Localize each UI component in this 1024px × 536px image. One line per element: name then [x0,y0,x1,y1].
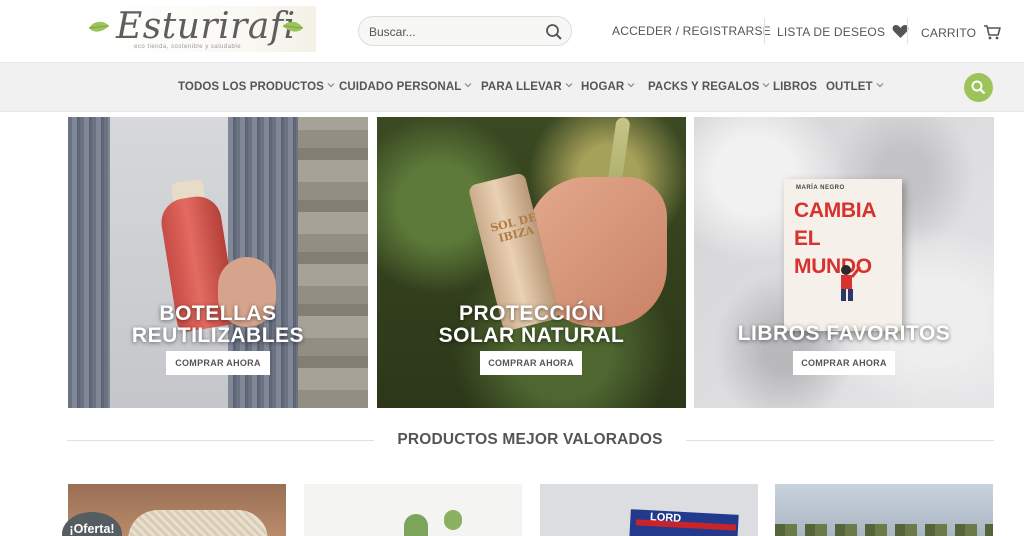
header-divider [764,18,765,44]
logo-tagline: eco tienda, sostenible y saludable [134,44,242,50]
book-author: MARÍA NEGRO [796,185,845,191]
person-illustration-icon [841,265,862,301]
nav-item-label: LIBROS [773,81,818,93]
product-brand-text: LORD [649,511,682,525]
banner-title-line: BOTELLAS [159,302,277,325]
banner-title-line: LIBROS FAVORITOS [737,322,951,345]
wishlist-label: LISTA DE DESEOS [777,25,886,39]
plant-image [444,510,462,530]
product-image[interactable] [775,484,993,536]
logo-text: Esturirafi [116,6,296,47]
chevron-down-icon [327,83,335,88]
banner-title: BOTELLAS REUTILIZABLES [68,303,368,347]
banner-title: LIBROS FAVORITOS [694,323,994,345]
nav-item-outlet[interactable]: OUTLET [826,81,884,93]
banner-title-line: REUTILIZABLES [131,324,305,347]
main-navigation: TODOS LOS PRODUCTOS CUIDADO PERSONAL PAR… [0,62,1024,112]
leaf-icon [88,21,110,32]
sale-badge-label: ¡Oferta! [69,522,115,536]
nav-item-label: TODOS LOS PRODUCTOS [178,81,324,93]
landscape-image [775,524,993,536]
shop-now-button[interactable]: COMPRAR AHORA [480,351,582,375]
wishlist-link[interactable]: LISTA DE DESEOS [777,24,909,39]
nav-item-cuidado-personal[interactable]: CUIDADO PERSONAL [339,81,472,93]
search-icon[interactable] [545,23,563,41]
login-register-link[interactable]: ACCEDER / REGISTRARSE [612,24,771,38]
chevron-down-icon [762,83,770,88]
chevron-down-icon [464,83,472,88]
chevron-down-icon [627,83,635,88]
nav-item-label: OUTLET [826,81,873,93]
nav-item-todos-los-productos[interactable]: TODOS LOS PRODUCTOS [178,81,335,93]
search-input[interactable] [369,23,539,41]
nav-search-button[interactable] [964,73,993,102]
nav-item-label: CUIDADO PERSONAL [339,81,462,93]
nav-item-label: HOGAR [581,81,625,93]
banner-title-line: PROTECCIÓN [458,302,604,325]
section-divider [686,440,994,441]
search-icon [971,80,986,95]
header-divider [907,18,908,44]
shop-now-button[interactable]: COMPRAR AHORA [166,351,270,375]
nav-item-label: PACKS Y REGALOS [648,81,760,93]
product-image[interactable] [304,484,522,536]
chevron-down-icon [876,83,884,88]
nav-item-libros[interactable]: LIBROS [773,81,817,93]
nav-item-packs-y-regalos[interactable]: PACKS Y REGALOS [648,81,770,93]
nav-item-label: PARA LLEVAR [481,81,562,93]
banner-libros-favoritos[interactable]: MARÍA NEGRO CAMBIA EL MUNDO LIBROS FAVOR… [694,117,994,408]
nav-item-hogar[interactable]: HOGAR [581,81,635,93]
nav-item-para-llevar[interactable]: PARA LLEVAR [481,81,573,93]
book-image: MARÍA NEGRO CAMBIA EL MUNDO [784,179,902,331]
cart-label: CARRITO [921,26,977,40]
leaf-icon [282,21,304,32]
banner-botellas-reutilizables[interactable]: BOTELLAS REUTILIZABLES COMPRAR AHORA [68,117,368,408]
banner-title: PROTECCIÓN SOLAR NATURAL [377,303,686,347]
mesh-bag-image [128,510,268,536]
banner-title-line: SOLAR NATURAL [438,324,625,347]
cart-link[interactable]: CARRITO [921,24,1001,40]
product-image[interactable]: LORD [540,484,758,536]
plant-image [404,514,428,536]
cart-icon [983,25,1001,40]
chevron-down-icon [565,83,573,88]
site-header: Esturirafi eco tienda, sostenible y salu… [0,0,1024,62]
shop-now-button[interactable]: COMPRAR AHORA [793,351,895,375]
banner-proteccion-solar-natural[interactable]: SOL DE IBIZA PROTECCIÓN SOLAR NATURAL CO… [377,117,686,408]
search-box [358,16,572,46]
site-logo[interactable]: Esturirafi eco tienda, sostenible y salu… [86,6,316,52]
